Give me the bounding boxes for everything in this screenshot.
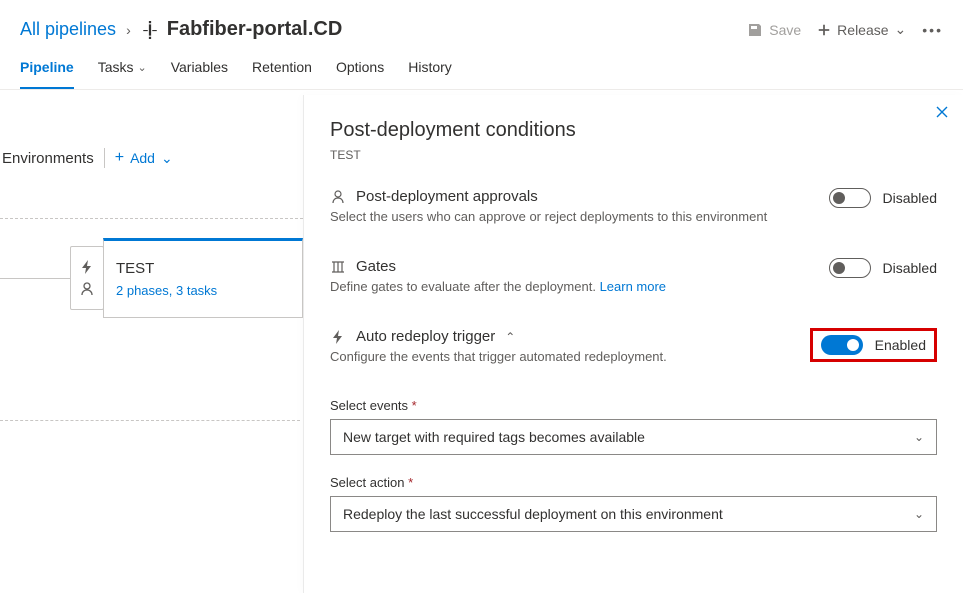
select-action-dropdown[interactable]: Redeploy the last successful deployment … <box>330 496 937 532</box>
more-icon: ••• <box>922 22 943 38</box>
tab-options[interactable]: Options <box>336 59 384 89</box>
tab-history[interactable]: History <box>408 59 452 89</box>
auto-redeploy-desc: Configure the events that trigger automa… <box>330 349 794 364</box>
panel-title: Post-deployment conditions <box>330 119 937 142</box>
add-environment-button[interactable]: + Add ⌄ <box>115 149 173 167</box>
save-button[interactable]: Save <box>747 22 801 38</box>
chevron-right-icon: › <box>126 22 131 38</box>
save-icon <box>747 22 763 38</box>
breadcrumb-parent-link[interactable]: All pipelines <box>20 19 116 40</box>
person-icon <box>330 189 346 205</box>
stage-tasks-link[interactable]: 2 phases, 3 tasks <box>116 283 290 298</box>
select-action-value: Redeploy the last successful deployment … <box>343 506 723 522</box>
trigger-icon <box>330 329 346 345</box>
select-action-field: Select action * Redeploy the last succes… <box>330 475 937 532</box>
approvals-toggle[interactable] <box>829 188 871 208</box>
chevron-down-icon: ⌄ <box>137 61 146 74</box>
trigger-icon <box>79 259 95 275</box>
environments-title: Environments <box>2 150 94 167</box>
gates-learn-more-link[interactable]: Learn more <box>600 279 666 294</box>
gates-toggle[interactable] <box>829 258 871 278</box>
approvals-desc: Select the users who can approve or reje… <box>330 209 801 224</box>
tab-retention[interactable]: Retention <box>252 59 312 89</box>
close-icon <box>935 105 949 119</box>
auto-redeploy-title: Auto redeploy trigger <box>356 328 495 345</box>
chevron-down-icon: ⌄ <box>895 21 907 38</box>
release-pipeline-icon <box>141 21 159 39</box>
panel-subtitle: TEST <box>330 148 937 162</box>
select-events-dropdown[interactable]: New target with required tags becomes av… <box>330 419 937 455</box>
stage-name: TEST <box>116 260 290 277</box>
post-deployment-panel: Post-deployment conditions TEST Post-dep… <box>303 95 963 593</box>
pre-deployment-conditions-button[interactable] <box>70 246 104 310</box>
stage-card[interactable]: TEST 2 phases, 3 tasks <box>103 238 303 318</box>
header-actions: Save Release ⌄ ••• <box>747 21 943 38</box>
person-icon <box>79 281 95 297</box>
chevron-down-icon: ⌄ <box>914 430 924 444</box>
auto-redeploy-toggle[interactable] <box>821 335 863 355</box>
add-label: Add <box>130 150 155 166</box>
tab-pipeline[interactable]: Pipeline <box>20 59 74 89</box>
auto-redeploy-state: Enabled <box>875 337 926 353</box>
tab-variables[interactable]: Variables <box>171 59 228 89</box>
approvals-state: Disabled <box>883 190 937 206</box>
required-indicator: * <box>412 398 417 413</box>
breadcrumb: All pipelines › Fabfiber-portal.CD Save … <box>0 0 963 49</box>
chevron-up-icon[interactable]: ⌃ <box>505 330 515 344</box>
breadcrumb-title: Fabfiber-portal.CD <box>141 18 343 41</box>
gates-icon <box>330 259 346 275</box>
approvals-title: Post-deployment approvals <box>356 188 538 205</box>
plus-icon: + <box>115 149 124 167</box>
save-label: Save <box>769 22 801 38</box>
release-label: Release <box>837 22 888 38</box>
highlight-box: Enabled <box>810 328 937 362</box>
chevron-down-icon: ⌄ <box>161 150 173 167</box>
tab-tasks[interactable]: Tasks⌄ <box>98 59 147 89</box>
select-events-value: New target with required tags becomes av… <box>343 429 645 445</box>
select-events-field: Select events * New target with required… <box>330 398 937 455</box>
release-button[interactable]: Release ⌄ <box>817 21 906 38</box>
close-button[interactable] <box>935 105 949 119</box>
plus-icon <box>817 23 831 37</box>
select-action-label: Select action * <box>330 475 937 490</box>
dashed-separator <box>0 420 300 421</box>
required-indicator: * <box>408 475 413 490</box>
more-button[interactable]: ••• <box>922 22 943 38</box>
divider <box>104 148 105 168</box>
tabs: Pipeline Tasks⌄ Variables Retention Opti… <box>0 49 963 90</box>
gates-title: Gates <box>356 258 396 275</box>
chevron-down-icon: ⌄ <box>914 507 924 521</box>
gates-desc: Define gates to evaluate after the deplo… <box>330 279 801 294</box>
gates-state: Disabled <box>883 260 937 276</box>
auto-redeploy-section: Auto redeploy trigger ⌃ Configure the ev… <box>330 328 937 364</box>
select-events-label: Select events * <box>330 398 937 413</box>
gates-section: Gates Define gates to evaluate after the… <box>330 258 937 294</box>
stage-connector-line <box>0 278 70 279</box>
stage-card-wrapper: TEST 2 phases, 3 tasks <box>70 238 336 318</box>
approvals-section: Post-deployment approvals Select the use… <box>330 188 937 224</box>
pipeline-name: Fabfiber-portal.CD <box>167 18 343 41</box>
